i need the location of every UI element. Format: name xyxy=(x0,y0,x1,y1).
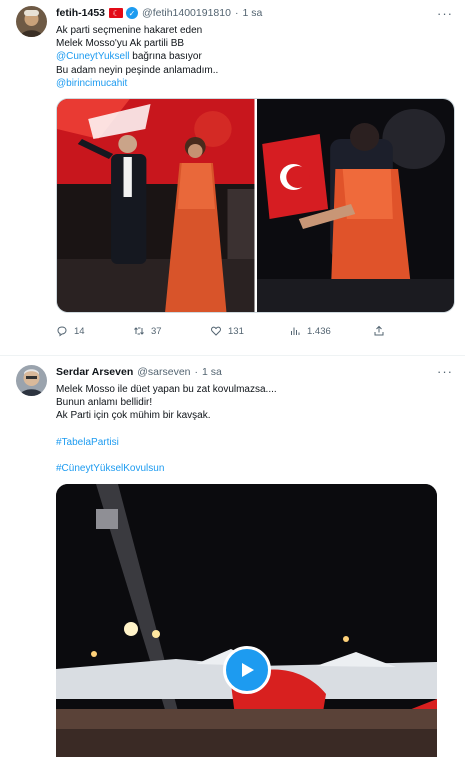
share-button[interactable] xyxy=(373,325,385,337)
avatar[interactable] xyxy=(16,365,47,396)
retweet-icon xyxy=(134,327,144,335)
share-icon xyxy=(374,325,384,336)
tweet-text: Melek Mosso ile düet yapan bu zat kovulm… xyxy=(56,383,455,475)
views-icon xyxy=(291,327,300,336)
like-icon xyxy=(211,326,221,336)
reply-button[interactable]: 14 xyxy=(56,325,133,337)
timestamp[interactable]: 1 sa xyxy=(242,7,262,19)
like-count: 131 xyxy=(228,325,244,337)
retweet-count: 37 xyxy=(151,325,162,337)
reply-icon xyxy=(57,326,67,337)
views-button[interactable]: 1.436 xyxy=(289,325,373,337)
text-line: Ak parti seçmenine hakaret eden xyxy=(56,25,203,36)
hashtag-link[interactable]: #CüneytYükselKovulsun xyxy=(56,462,455,475)
video-player[interactable] xyxy=(56,484,437,758)
media-grid xyxy=(56,98,455,314)
reply-count: 14 xyxy=(74,325,85,337)
play-icon xyxy=(242,663,254,678)
turkey-flag-icon: ☾ xyxy=(109,8,124,18)
like-button[interactable]: 131 xyxy=(210,325,289,337)
photo-stage-left[interactable] xyxy=(57,99,255,313)
tweet-1[interactable]: fetih-1453 ☾ ✓ @fetih1400191810 · 1 sa A… xyxy=(0,0,465,356)
timestamp[interactable]: 1 sa xyxy=(202,366,222,378)
author-name[interactable]: fetih-1453 xyxy=(56,7,105,19)
tweet-2[interactable]: Serdar Arseven @sarseven · 1 sa Melek Mo… xyxy=(0,356,465,773)
avatar[interactable] xyxy=(16,6,47,37)
mention-link[interactable]: @CuneytYuksell xyxy=(56,51,130,62)
author-name[interactable]: Serdar Arseven xyxy=(56,366,133,378)
mention-link[interactable]: @birincimucahit xyxy=(56,77,455,90)
author-handle[interactable]: @sarseven xyxy=(137,366,190,378)
tweet-text: Ak parti seçmenine hakaret eden Melek Mo… xyxy=(56,24,455,90)
text-line: @CuneytYuksell bağrına basıyor xyxy=(56,51,202,63)
text-line: Bunun anlamı bellidir! xyxy=(56,397,153,409)
more-icon[interactable]: ··· xyxy=(437,6,453,21)
author-handle[interactable]: @fetih1400191810 xyxy=(142,7,231,19)
hashtag-link[interactable]: #TabelaPartisi xyxy=(56,436,455,449)
text-line: Ak Parti için çok mühim bir kavşak. xyxy=(56,410,211,422)
play-button[interactable] xyxy=(223,646,271,695)
text-line: Bu adam neyin peşinde anlamadım.. xyxy=(56,64,219,76)
text-line: Melek Mosso ile düet yapan bu zat kovulm… xyxy=(56,384,277,395)
photo-stage-right[interactable] xyxy=(256,99,454,313)
more-icon[interactable]: ··· xyxy=(437,364,453,379)
text-line: Melek Mosso'yu Ak partili BB xyxy=(56,38,185,50)
views-count: 1.436 xyxy=(307,325,331,337)
retweet-button[interactable]: 37 xyxy=(133,325,210,337)
tweet-actions: 14 37 131 1.436 xyxy=(56,323,455,339)
verified-badge-icon: ✓ xyxy=(126,7,139,19)
